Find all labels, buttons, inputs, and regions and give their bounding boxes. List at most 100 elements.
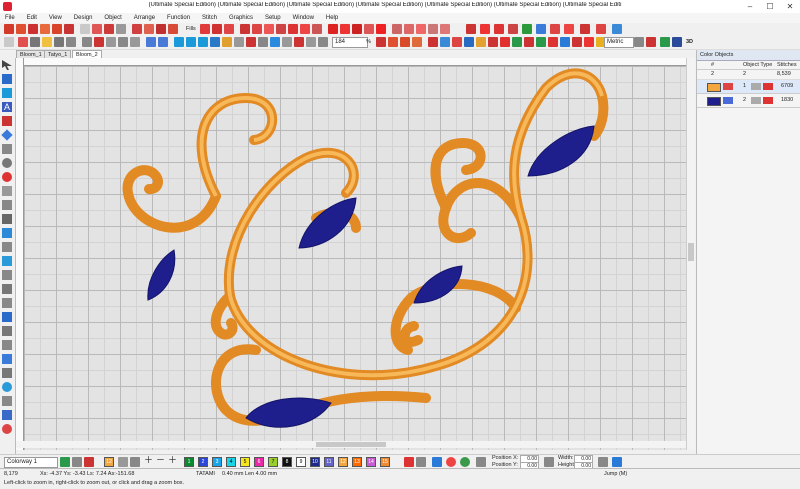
redraw-icon[interactable]: [294, 37, 304, 47]
star-fill-icon[interactable]: [328, 24, 338, 34]
eyedropper-color-icon[interactable]: [130, 457, 140, 467]
menu-help[interactable]: Help: [321, 13, 343, 23]
freehand-icon[interactable]: [2, 200, 12, 210]
horizontal-scrollbar[interactable]: [16, 441, 686, 448]
convert-tool-icon[interactable]: [144, 24, 154, 34]
tshirt-color-icon[interactable]: [60, 457, 70, 467]
color-blend-icon[interactable]: [84, 457, 94, 467]
embroidery-design[interactable]: [16, 58, 686, 450]
photo-stitch-icon[interactable]: [168, 24, 178, 34]
split-icon[interactable]: [2, 256, 12, 266]
satin-tool-icon[interactable]: [28, 24, 38, 34]
knife-tool-icon[interactable]: [132, 24, 142, 34]
satin-pattern-icon[interactable]: [240, 24, 250, 34]
brush-icon[interactable]: [118, 457, 128, 467]
menu-file[interactable]: File: [0, 13, 20, 23]
close-button[interactable]: ✕: [780, 0, 800, 13]
zigzag-icon[interactable]: [252, 24, 262, 34]
color-swatch-6[interactable]: 6: [254, 457, 264, 467]
color-swatch-11[interactable]: 11: [324, 457, 334, 467]
thread-icon[interactable]: [536, 24, 546, 34]
push-icon[interactable]: [428, 37, 438, 47]
remove-color-icon[interactable]: －: [156, 456, 165, 465]
text-tool-icon[interactable]: A: [2, 102, 12, 112]
underlay-icon[interactable]: [480, 24, 490, 34]
thread-chart-icon[interactable]: [72, 457, 82, 467]
break-apart-icon[interactable]: [2, 340, 12, 350]
color-swatch-8[interactable]: 8: [282, 457, 292, 467]
reverse-icon[interactable]: [400, 37, 410, 47]
group-icon[interactable]: [452, 37, 462, 47]
machine-icon[interactable]: [584, 37, 594, 47]
menu-setup[interactable]: Setup: [260, 13, 286, 23]
stitch-edit-icon[interactable]: [2, 228, 12, 238]
copy-icon[interactable]: [118, 37, 128, 47]
motif-fill-icon[interactable]: [288, 24, 298, 34]
color-swatch-4[interactable]: 4: [226, 457, 236, 467]
record-icon[interactable]: [2, 172, 12, 182]
eyedropper-icon[interactable]: [2, 214, 12, 224]
color-sort-icon[interactable]: [388, 37, 398, 47]
units-select[interactable]: Metric: [604, 37, 634, 48]
reshape-icon[interactable]: [2, 74, 12, 84]
maximize-button[interactable]: ☐: [760, 0, 780, 13]
lock-icon[interactable]: [476, 37, 486, 47]
select-arrow-icon[interactable]: [2, 60, 12, 70]
menu-design[interactable]: Design: [69, 13, 98, 23]
line-tool-icon[interactable]: [2, 144, 12, 154]
help-icon[interactable]: [612, 24, 622, 34]
color-swatch-10[interactable]: 10: [310, 457, 320, 467]
fill-pattern-3-icon[interactable]: [224, 24, 234, 34]
object-row[interactable]: 1 6709: [697, 80, 800, 94]
pointer-select-icon[interactable]: [4, 37, 14, 47]
globe-icon[interactable]: [2, 382, 12, 392]
paste-icon[interactable]: [130, 37, 140, 47]
color-swatch-3[interactable]: 3: [212, 457, 222, 467]
outline-icon[interactable]: [2, 368, 12, 378]
spool-icon[interactable]: [476, 457, 486, 467]
stitch-tool-icon[interactable]: [4, 24, 14, 34]
color-swatch-12[interactable]: 12: [338, 457, 348, 467]
weld-icon[interactable]: [2, 326, 12, 336]
view-3d-toggle[interactable]: 3D: [686, 39, 693, 46]
show-grid-icon[interactable]: [234, 37, 244, 47]
zoom-level-combo[interactable]: 184: [332, 37, 368, 48]
full-screen-icon[interactable]: [318, 37, 328, 47]
show-stitches-icon[interactable]: [222, 37, 232, 47]
radial-fill-icon[interactable]: [340, 24, 350, 34]
angle-tool-icon[interactable]: [2, 298, 12, 308]
product-view-icon[interactable]: [524, 37, 534, 47]
wave-icon[interactable]: [264, 24, 274, 34]
realistic-view-icon[interactable]: [536, 37, 546, 47]
minimize-button[interactable]: –: [740, 0, 760, 13]
color-swatch-2[interactable]: 2: [198, 457, 208, 467]
menu-graphics[interactable]: Graphics: [224, 13, 258, 23]
join-icon[interactable]: [2, 270, 12, 280]
array-icon[interactable]: [2, 396, 12, 406]
horizontal-scroll-thumb[interactable]: [316, 442, 386, 447]
object-row[interactable]: 2 1830: [697, 94, 800, 108]
graduation-cap-icon[interactable]: [672, 37, 682, 47]
offset-icon[interactable]: [2, 354, 12, 364]
density-icon[interactable]: [508, 24, 518, 34]
color-swatch-7[interactable]: 7: [268, 457, 278, 467]
lock-size-icon[interactable]: [598, 457, 608, 467]
applique-tool-icon[interactable]: [64, 24, 74, 34]
hoop-icon[interactable]: [580, 24, 590, 34]
blanket-stitch-icon[interactable]: [428, 24, 438, 34]
color-film-icon[interactable]: [522, 24, 532, 34]
trim-tool-icon[interactable]: [2, 284, 12, 294]
vertical-scroll-thumb[interactable]: [688, 243, 694, 261]
menu-object[interactable]: Object: [99, 13, 126, 23]
pan-icon[interactable]: [210, 37, 220, 47]
curve-fill-icon[interactable]: [392, 24, 402, 34]
background-icon[interactable]: [560, 37, 570, 47]
run-tool-icon[interactable]: [16, 24, 26, 34]
contour-icon[interactable]: [300, 24, 310, 34]
stipple-icon[interactable]: [352, 24, 362, 34]
pull-comp-icon[interactable]: [494, 24, 504, 34]
e-stitch-icon[interactable]: [440, 24, 450, 34]
colorway-select[interactable]: Colorway 1: [4, 457, 58, 468]
design-info-icon[interactable]: [596, 24, 606, 34]
color-swatch-13[interactable]: 13: [352, 457, 362, 467]
